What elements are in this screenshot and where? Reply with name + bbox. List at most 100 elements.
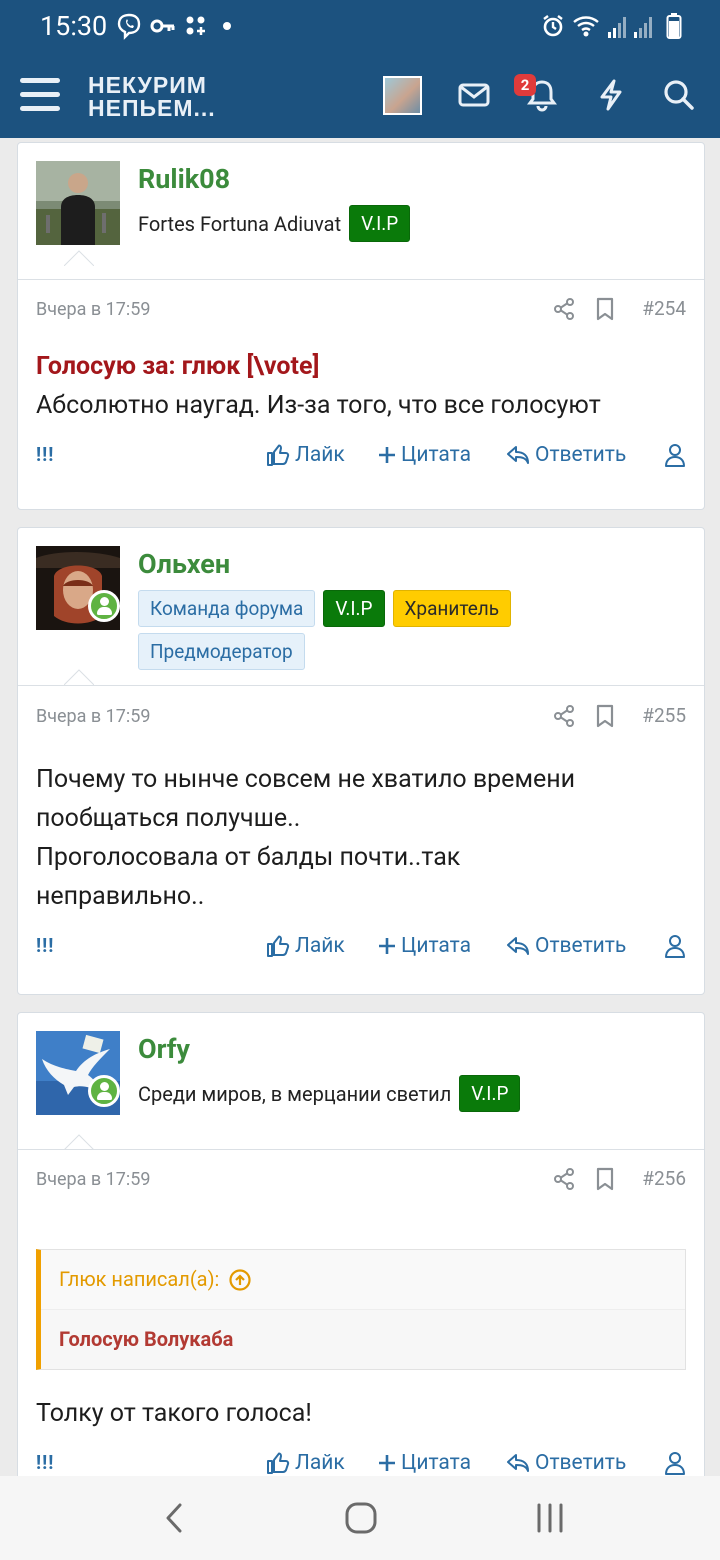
quote-text: Голосую Волукаба — [59, 1327, 234, 1351]
user-icon — [665, 1452, 685, 1475]
vip-badge: V.I.P — [349, 205, 411, 242]
status-bar: 15:30 — [0, 0, 720, 54]
online-status-icon — [88, 590, 120, 622]
alarm-icon — [543, 15, 563, 37]
system-nav-bar — [0, 1476, 720, 1560]
signal-1-icon — [608, 17, 626, 38]
plus-icon — [379, 1455, 395, 1471]
user-actions-button[interactable] — [664, 443, 691, 467]
plus-icon — [379, 938, 395, 954]
report-button[interactable]: !!! — [36, 1451, 54, 1474]
thumbs-up-icon — [267, 444, 290, 466]
post-number[interactable]: #255 — [642, 704, 686, 727]
user-avatar[interactable] — [36, 161, 120, 245]
user-actions-button[interactable] — [664, 934, 691, 958]
top-bar: 15:30 НЕКУРИМ НЕПЬЕМ... 2 — [0, 0, 720, 138]
username[interactable]: Ольхен — [138, 548, 230, 580]
post-254: Rulik08 Fortes Fortuna Adiuvat V.I.P Вче… — [17, 142, 705, 510]
quote-button[interactable]: Цитата — [378, 1451, 471, 1475]
post-meta: Вчера в 17:59 #256 — [18, 1149, 704, 1213]
bookmark-icon[interactable] — [594, 1167, 616, 1191]
post-date[interactable]: Вчера в 17:59 — [36, 1169, 151, 1190]
post-date[interactable]: Вчера в 17:59 — [36, 706, 151, 727]
post-date[interactable]: Вчера в 17:59 — [36, 299, 151, 320]
signal-2-icon — [634, 17, 652, 38]
vote-line: Голосую за: глюк [\vote] — [36, 352, 320, 381]
key-icon — [150, 19, 175, 33]
post-body: Почему то нынче совсем не хватило времен… — [18, 750, 704, 916]
report-button[interactable]: !!! — [36, 443, 54, 466]
report-button[interactable]: !!! — [36, 934, 54, 957]
viber-icon — [117, 13, 141, 40]
post-meta: Вчера в 17:59 #254 — [18, 279, 704, 343]
account-avatar[interactable] — [383, 76, 422, 115]
quote-block: Глюк написал(а): Голосую Волукаба — [36, 1249, 686, 1370]
more-notifications-dot-icon — [223, 22, 231, 30]
reply-icon — [507, 937, 529, 955]
status-time: 15:30 — [40, 10, 108, 42]
app-bar: НЕКУРИМ НЕПЬЕМ... 2 — [0, 54, 720, 138]
quote-header[interactable]: Глюк написал(а): — [41, 1250, 685, 1310]
lightning-icon[interactable] — [594, 78, 628, 112]
quote-author: Глюк написал(а): — [59, 1267, 220, 1291]
reply-icon — [507, 1454, 529, 1472]
keeper-badge: Хранитель — [392, 590, 512, 627]
post-number[interactable]: #256 — [642, 1167, 686, 1190]
user-actions-button[interactable] — [664, 1451, 691, 1475]
post-author: Orfy Среди миров, в мерцании светил V.I.… — [18, 1013, 704, 1150]
user-title: Среди миров, в мерцании светил — [138, 1081, 452, 1106]
share-icon[interactable] — [552, 1167, 576, 1191]
user-icon — [665, 444, 685, 467]
recent-apps-icon[interactable] — [534, 1502, 566, 1534]
inbox-icon[interactable] — [457, 78, 491, 112]
like-button[interactable]: Лайк — [266, 934, 345, 958]
user-title-row: Среди миров, в мерцании светил V.I.P — [138, 1075, 678, 1112]
thumbs-up-icon — [267, 935, 290, 957]
bookmark-icon[interactable] — [594, 704, 616, 728]
apps-icon — [186, 16, 205, 35]
site-logo[interactable]: НЕКУРИМ НЕПЬЕМ... — [88, 74, 216, 120]
post-author: Rulik08 Fortes Fortuna Adiuvat V.I.P — [18, 143, 704, 266]
post-text-line: Проголосовала от балды почти..так — [36, 843, 461, 872]
home-icon[interactable] — [344, 1501, 378, 1535]
post-text: Абсолютно наугад. Из-за того, что все го… — [36, 391, 601, 420]
post-author: Ольхен Команда форума V.I.P Хранитель Пр… — [18, 528, 704, 685]
post-meta: Вчера в 17:59 #255 — [18, 686, 704, 750]
vip-badge: V.I.P — [323, 590, 385, 627]
menu-icon[interactable] — [20, 78, 60, 112]
post-number[interactable]: #254 — [642, 297, 686, 320]
back-icon[interactable] — [160, 1502, 190, 1534]
like-button[interactable]: Лайк — [266, 443, 345, 467]
notification-count-badge: 2 — [514, 74, 536, 96]
user-badges-row: Команда форума V.I.P Хранитель Предмодер… — [138, 590, 678, 670]
wifi-icon — [573, 16, 599, 37]
search-icon[interactable] — [662, 78, 696, 112]
arrow-up-circle-icon[interactable] — [229, 1268, 251, 1291]
like-button[interactable]: Лайк — [266, 1451, 345, 1475]
author-arrow — [64, 669, 94, 685]
quote-button[interactable]: Цитата — [378, 443, 471, 467]
share-icon[interactable] — [552, 297, 576, 321]
post-text: Толку от такого голоса! — [36, 1399, 312, 1428]
author-arrow — [64, 250, 94, 266]
post-255: Ольхен Команда форума V.I.P Хранитель Пр… — [17, 527, 705, 995]
quote-button[interactable]: Цитата — [378, 934, 471, 958]
reply-button[interactable]: Ответить — [506, 934, 626, 958]
post-text-line: пообщаться получше.. — [36, 804, 301, 833]
post-actions: !!! Лайк Цитата Ответить — [18, 916, 704, 986]
user-title-row: Fortes Fortuna Adiuvat V.I.P — [138, 205, 678, 242]
post-text-line: неправильно.. — [36, 882, 205, 911]
team-badge: Команда форума — [138, 590, 316, 627]
username[interactable]: Rulik08 — [138, 163, 230, 195]
post-body: Голосую за: глюк [\vote] Абсолютно науга… — [18, 343, 704, 425]
premoderator-badge: Предмодератор — [138, 633, 305, 670]
author-arrow — [64, 1134, 94, 1150]
reply-button[interactable]: Ответить — [506, 443, 626, 467]
bookmark-icon[interactable] — [594, 297, 616, 321]
thumbs-up-icon — [267, 1452, 290, 1474]
post-256: Orfy Среди миров, в мерцании светил V.I.… — [17, 1012, 705, 1482]
share-icon[interactable] — [552, 704, 576, 728]
reply-button[interactable]: Ответить — [506, 1451, 626, 1475]
reply-icon — [507, 446, 529, 464]
username[interactable]: Orfy — [138, 1033, 190, 1065]
